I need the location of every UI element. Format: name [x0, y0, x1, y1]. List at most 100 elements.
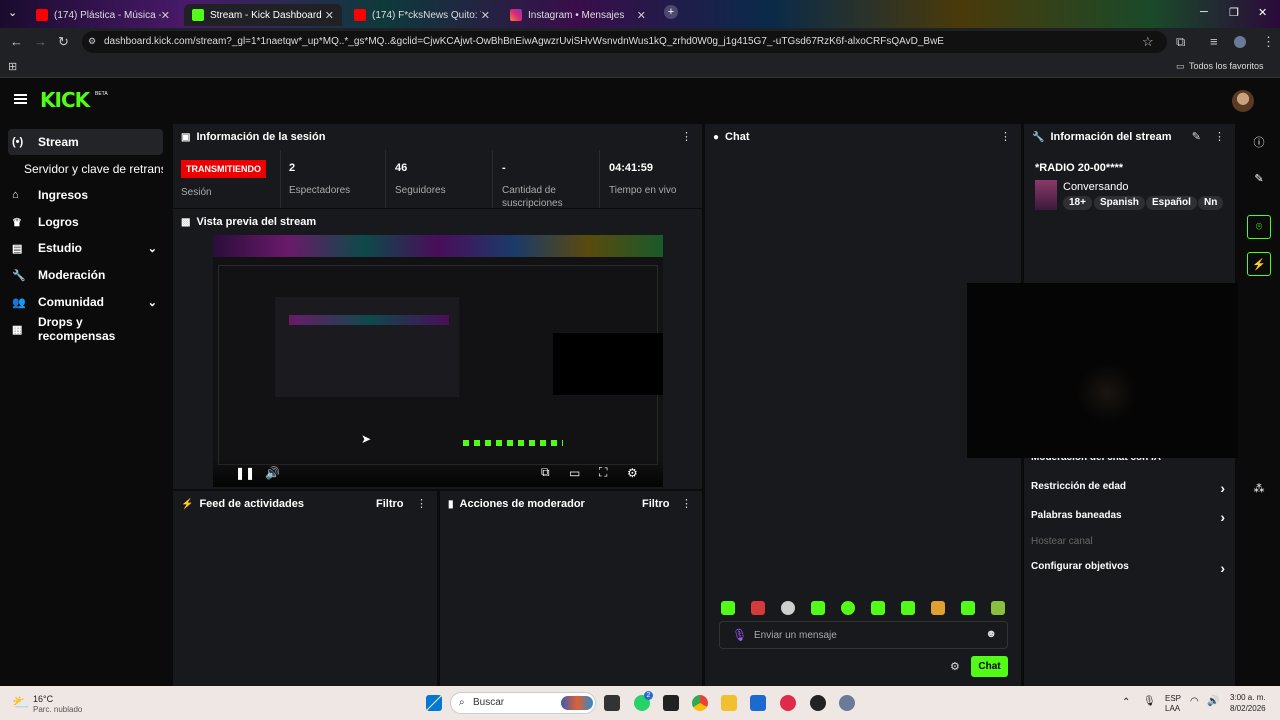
app-icon[interactable]	[663, 695, 679, 711]
clock-time[interactable]: 3:00 a. m.	[1230, 693, 1266, 702]
close-icon[interactable]: ✕	[481, 9, 490, 22]
chevron-down-icon: ⌄	[147, 296, 157, 309]
sidebar-item-drops[interactable]: ▦ Drops y recompensas	[8, 315, 163, 343]
mic-tray-icon[interactable]: 🎙	[1143, 696, 1156, 707]
close-icon[interactable]: ✕	[325, 9, 334, 22]
hamburger-menu-icon[interactable]	[14, 94, 27, 104]
setting-banned-words[interactable]: Palabras baneadas ›	[1031, 509, 1231, 530]
volume-tray-icon[interactable]: 🔊	[1207, 696, 1219, 707]
lightning-icon[interactable]: ⚡	[1247, 252, 1271, 276]
emoji-icon[interactable]: ☻	[985, 628, 997, 640]
reload-icon[interactable]: ↻	[58, 34, 69, 50]
pause-icon[interactable]: ❚❚	[235, 466, 255, 480]
windows-start-icon[interactable]	[426, 695, 442, 711]
setting-goals[interactable]: Configurar objetivos ›	[1031, 560, 1231, 581]
info-icon[interactable]: ⓘ	[1247, 130, 1271, 154]
emote-5[interactable]	[841, 601, 855, 615]
site-info-icon[interactable]: ⚙	[88, 36, 96, 47]
sidebar-item-ingresos[interactable]: ⌂ Ingresos	[8, 182, 163, 208]
bookmarks-all[interactable]: Todos los favoritos	[1189, 61, 1264, 71]
kebab-menu-icon[interactable]: ⋮	[1000, 130, 1011, 143]
fullscreen-icon[interactable]: ⛶	[599, 465, 607, 480]
kebab-menu-icon[interactable]: ⋮	[681, 130, 692, 143]
chat-bubble-icon: ●	[713, 131, 720, 143]
obs-icon[interactable]	[810, 695, 826, 711]
minimize-icon[interactable]: ─	[1200, 6, 1208, 18]
wifi-icon[interactable]: ◠	[1190, 696, 1199, 707]
avatar[interactable]	[1232, 90, 1254, 112]
bolt-icon: ⚡	[181, 498, 194, 510]
tag-nn: Nn	[1198, 196, 1224, 210]
emote-10[interactable]	[991, 601, 1005, 615]
weather-temp[interactable]: 16°C	[33, 694, 53, 704]
sidebar-item-moderacion[interactable]: 🔧 Moderación	[8, 262, 163, 288]
language-indicator[interactable]: ESP	[1165, 694, 1181, 703]
store-icon[interactable]	[750, 695, 766, 711]
extensions-icon[interactable]: ⧉	[1176, 34, 1185, 50]
settings-icon[interactable]: ⚙	[627, 466, 638, 480]
feed-filter-button[interactable]: Filtro	[376, 498, 404, 510]
setting-age-restriction[interactable]: Restricción de edad ›	[1031, 480, 1231, 501]
file-explorer-icon[interactable]	[721, 695, 737, 711]
stream-preview-player[interactable]: ❚❚ 🔊 ⧉ ▭ ⛶ ⚙	[213, 235, 663, 487]
emote-7[interactable]	[901, 601, 915, 615]
sidebar-item-logros[interactable]: ♛ Logros	[8, 209, 163, 235]
profile-icon[interactable]	[1234, 36, 1246, 48]
sidebar-item-comunidad[interactable]: 👥 Comunidad ⌄	[8, 289, 163, 315]
capture-icon[interactable]: ⌾	[1247, 215, 1271, 239]
emote-1[interactable]	[721, 601, 735, 615]
chrome-icon[interactable]	[692, 695, 708, 711]
chat-settings-icon[interactable]: ⚙	[950, 660, 960, 673]
chat-input[interactable]: 🎙 Enviar un mensaje ☻	[719, 621, 1008, 649]
bookmarks-bar: ⊞ ▭ Todos los favoritos	[0, 56, 1280, 78]
tab-youtube-1[interactable]: (174) Plástica - Música - YouTube ✕	[28, 4, 178, 26]
modactions-filter-button[interactable]: Filtro	[642, 498, 670, 510]
emote-6[interactable]	[871, 601, 885, 615]
app-red-icon[interactable]	[780, 695, 796, 711]
status-label: Sesión	[181, 187, 212, 198]
taskbar-search[interactable]: ⌕ Buscar	[450, 692, 596, 714]
menu-icon[interactable]: ⋮	[1262, 34, 1275, 50]
forward-icon[interactable]: →	[34, 34, 47, 49]
sidebar-item-stream[interactable]: (•) Stream	[8, 129, 163, 155]
emote-3[interactable]	[781, 601, 795, 615]
theater-icon[interactable]: ▭	[569, 466, 580, 480]
emote-4[interactable]	[811, 601, 825, 615]
tag-spanish: Spanish	[1094, 196, 1145, 210]
chat-send-button[interactable]: Chat	[971, 656, 1008, 677]
apps-icon[interactable]: ⊞	[8, 60, 17, 73]
close-icon[interactable]: ✕	[161, 9, 170, 22]
tab-kick-dashboard[interactable]: Stream - Kick Dashboard ✕	[184, 4, 342, 26]
category-name: Conversando	[1063, 181, 1129, 193]
kebab-menu-icon[interactable]: ⋮	[1214, 130, 1225, 143]
sidebar-item-estudio[interactable]: ▤ Estudio ⌄	[8, 235, 163, 261]
kick-logo[interactable]: KICK	[40, 88, 90, 112]
wrench-icon: 🔧	[12, 269, 26, 282]
emote-9[interactable]	[961, 601, 975, 615]
media-icon[interactable]: ≡	[1210, 34, 1218, 49]
mic-icon[interactable]: 🎙	[732, 628, 747, 642]
settings-app-icon[interactable]	[839, 695, 855, 711]
pip-icon[interactable]: ⧉	[541, 465, 550, 480]
emote-8[interactable]	[931, 601, 945, 615]
new-tab-icon[interactable]: +	[664, 5, 678, 19]
kebab-menu-icon[interactable]: ⋮	[416, 497, 427, 510]
volume-icon[interactable]: 🔊	[265, 466, 280, 480]
pencil-icon[interactable]: ✎	[1247, 166, 1271, 190]
bookmark-star-icon[interactable]: ☆	[1142, 34, 1154, 50]
close-icon[interactable]: ✕	[637, 9, 646, 22]
url-field[interactable]: dashboard.kick.com/stream?_gl=1*1naetqw*…	[82, 31, 1167, 53]
tab-instagram[interactable]: Instagram • Mensajes ✕	[502, 4, 654, 26]
kebab-menu-icon[interactable]: ⋮	[681, 497, 692, 510]
back-icon[interactable]: ←	[10, 34, 23, 49]
tab-youtube-2[interactable]: (174) F*cksNews Quito: Traigan... ✕	[346, 4, 498, 26]
tray-chevron-icon[interactable]: ⌃	[1122, 697, 1130, 708]
edit-icon[interactable]: ✎	[1192, 130, 1201, 143]
sidebar-item-server-key[interactable]: Servidor y clave de retransmisión	[8, 156, 163, 182]
emote-2[interactable]	[751, 601, 765, 615]
maximize-icon[interactable]: ❐	[1229, 6, 1239, 19]
nodes-icon[interactable]: ⁂	[1247, 476, 1271, 500]
task-view-icon[interactable]	[604, 695, 620, 711]
tab-list-icon[interactable]: ⌄	[8, 6, 17, 19]
close-window-icon[interactable]: ✕	[1258, 6, 1267, 19]
